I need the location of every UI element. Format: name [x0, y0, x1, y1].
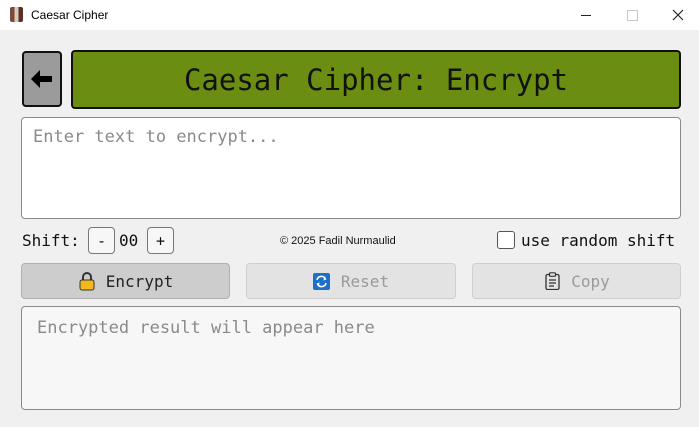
- shift-decrement-button[interactable]: -: [88, 227, 115, 254]
- refresh-icon: [313, 272, 331, 290]
- clipboard-icon: [543, 272, 561, 290]
- app-icon: [10, 7, 23, 22]
- plaintext-input-box[interactable]: [21, 117, 681, 219]
- arrow-left-icon: [31, 70, 52, 88]
- maximize-icon: [626, 9, 638, 21]
- random-shift-checkbox[interactable]: [497, 231, 515, 249]
- reset-button-label: Reset: [340, 271, 390, 291]
- encrypt-button-label: Encrypt: [105, 271, 174, 291]
- maximize-button[interactable]: [609, 0, 655, 30]
- copy-button[interactable]: Copy: [472, 263, 681, 299]
- output-placeholder: Encrypted result will appear here: [37, 318, 375, 338]
- copy-button-label: Copy: [571, 271, 610, 291]
- shift-label: Shift:: [22, 231, 80, 250]
- close-icon: [672, 9, 684, 21]
- minimize-button[interactable]: [563, 0, 609, 30]
- copyright-text: © 2025 Fadil Nurmaulid: [280, 235, 396, 247]
- encrypt-button[interactable]: Encrypt: [21, 263, 230, 299]
- reset-button[interactable]: Reset: [246, 263, 456, 299]
- back-button[interactable]: [22, 51, 62, 107]
- plaintext-input[interactable]: [22, 118, 680, 218]
- page-title: Caesar Cipher: Encrypt: [183, 62, 569, 97]
- window-title: Caesar Cipher: [31, 8, 109, 22]
- close-button[interactable]: [655, 0, 699, 30]
- title-bar: Caesar Cipher: [0, 0, 699, 30]
- random-shift-label[interactable]: use random shift: [521, 231, 675, 250]
- minimize-icon: [581, 14, 591, 16]
- shift-value: 00: [119, 231, 139, 250]
- page-header: Caesar Cipher: Encrypt: [71, 50, 681, 109]
- encrypted-output-box[interactable]: Encrypted result will appear here: [21, 306, 681, 410]
- lock-icon: [78, 271, 96, 290]
- shift-increment-button[interactable]: +: [147, 227, 174, 254]
